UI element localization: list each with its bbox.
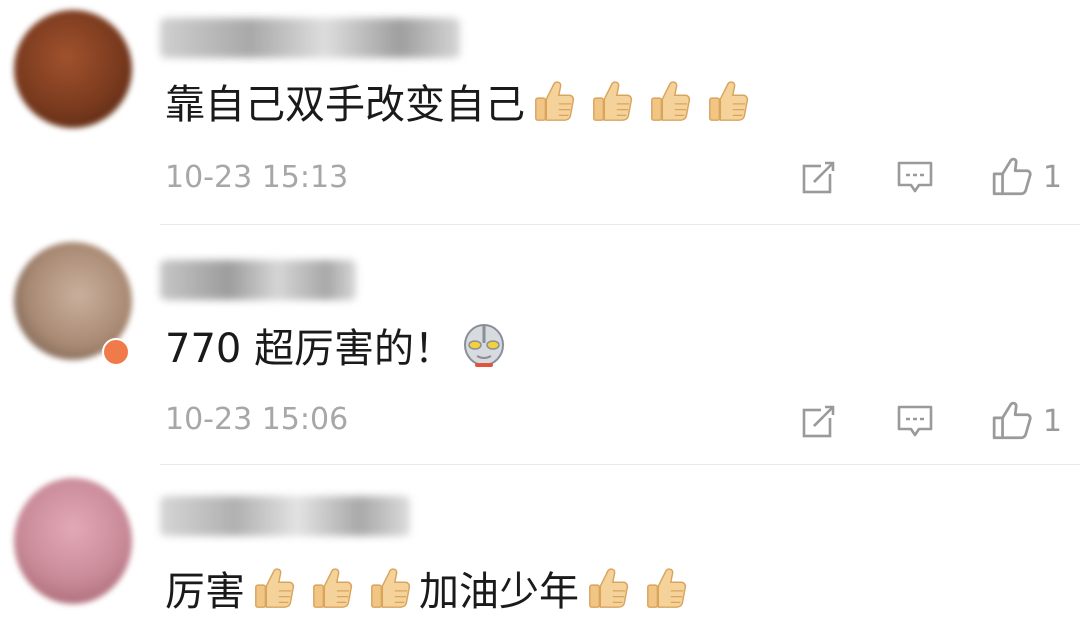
share-button[interactable] bbox=[799, 401, 839, 441]
comment-timestamp: 10-23 15:13 bbox=[165, 160, 349, 195]
comment-actions: 1 bbox=[743, 400, 1062, 442]
like-icon bbox=[991, 400, 1033, 442]
comment-text: 靠自己双手改变自己 bbox=[165, 74, 757, 128]
reply-icon bbox=[895, 401, 935, 441]
like-button[interactable]: 1 bbox=[991, 400, 1062, 442]
username-blurred[interactable] bbox=[160, 260, 356, 300]
share-button[interactable] bbox=[799, 157, 839, 197]
thumbs-up-icon bbox=[589, 78, 635, 124]
comment-text-part: 厉害 bbox=[165, 569, 245, 615]
comment-item: 770 超厉害的！ 10-23 15:06 1 bbox=[0, 226, 1080, 466]
reply-button[interactable] bbox=[895, 157, 935, 197]
verified-badge-icon bbox=[102, 338, 130, 366]
comment-text: 770 超厉害的！ bbox=[165, 317, 514, 373]
reply-button[interactable] bbox=[895, 401, 935, 441]
share-icon bbox=[799, 157, 839, 197]
ultraman-icon bbox=[460, 321, 508, 369]
comment-timestamp: 10-23 15:06 bbox=[165, 402, 349, 437]
comment-item: 靠自己双手改变自己 10-23 15:13 1 bbox=[0, 0, 1080, 226]
comment-text: 厉害 加油少年 bbox=[165, 560, 695, 616]
divider bbox=[160, 464, 1080, 465]
thumbs-up-icon bbox=[647, 78, 693, 124]
like-count: 1 bbox=[1042, 159, 1062, 195]
thumbs-up-icon bbox=[643, 565, 689, 611]
thumbs-up-icon bbox=[705, 78, 751, 124]
comment-text-part: 770 超厉害的！ bbox=[165, 326, 455, 372]
thumbs-up-icon bbox=[531, 78, 577, 124]
share-icon bbox=[799, 401, 839, 441]
like-button[interactable]: 1 bbox=[991, 156, 1062, 198]
thumbs-up-icon bbox=[367, 565, 413, 611]
reply-icon bbox=[895, 157, 935, 197]
like-icon bbox=[991, 156, 1033, 198]
comment-text-part: 靠自己双手改变自己 bbox=[165, 82, 525, 128]
avatar[interactable] bbox=[14, 10, 132, 128]
thumbs-up-icon bbox=[251, 565, 297, 611]
like-count: 1 bbox=[1042, 403, 1062, 439]
divider bbox=[160, 224, 1080, 225]
comment-item: 厉害 加油少年 bbox=[0, 466, 1080, 626]
thumbs-up-icon bbox=[585, 565, 631, 611]
username-blurred[interactable] bbox=[160, 496, 410, 536]
avatar[interactable] bbox=[14, 478, 132, 604]
thumbs-up-icon bbox=[309, 565, 355, 611]
username-blurred[interactable] bbox=[160, 18, 460, 58]
comment-text-part: 加油少年 bbox=[419, 569, 579, 615]
comment-actions: 1 bbox=[743, 156, 1062, 198]
